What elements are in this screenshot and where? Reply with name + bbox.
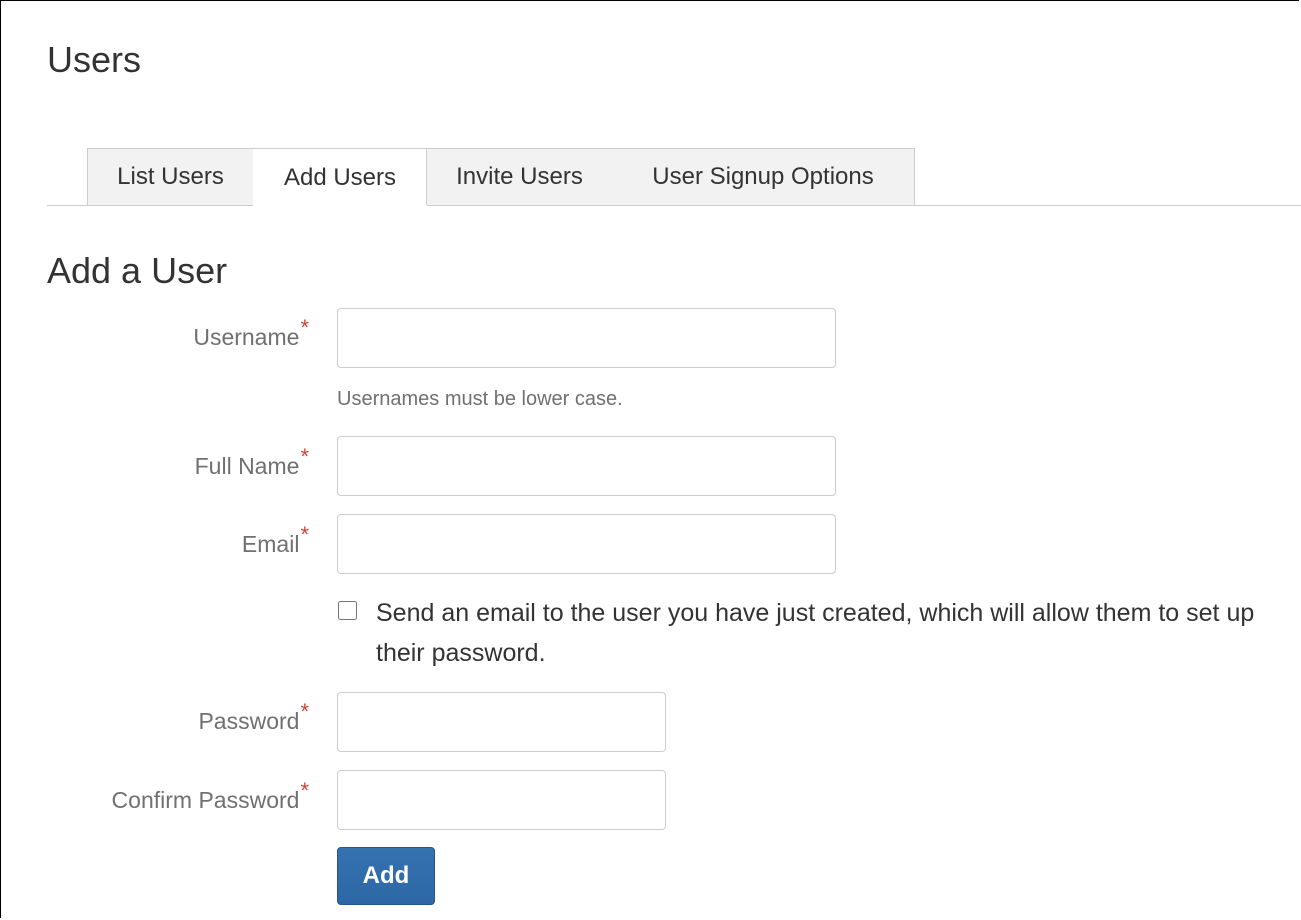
username-input[interactable]	[337, 308, 836, 368]
required-marker: *	[300, 699, 309, 724]
password-input[interactable]	[337, 692, 666, 752]
tab-add-users[interactable]: Add Users	[253, 148, 427, 206]
email-input[interactable]	[337, 514, 836, 574]
full-name-label-text: Full Name	[194, 453, 300, 479]
page-title: Users	[47, 39, 142, 80]
confirm-password-label-text: Confirm Password	[111, 787, 300, 813]
tab-invite-users[interactable]: Invite Users	[426, 148, 613, 205]
confirm-password-label: Confirm Password*	[111, 778, 309, 816]
required-marker: *	[300, 522, 309, 547]
username-label-text: Username	[193, 324, 300, 350]
required-marker: *	[300, 315, 309, 340]
tab-list-users[interactable]: List Users	[87, 148, 254, 205]
section-title: Add a User	[47, 250, 228, 291]
confirm-password-input[interactable]	[337, 770, 666, 830]
required-marker: *	[300, 778, 309, 803]
add-button[interactable]: Add	[337, 847, 435, 905]
full-name-label: Full Name*	[194, 444, 309, 482]
tab-bar: List Users Add Users Invite Users User S…	[47, 148, 1301, 206]
email-label: Email*	[241, 522, 309, 560]
full-name-input[interactable]	[337, 436, 836, 496]
required-marker: *	[300, 444, 309, 469]
email-label-text: Email	[241, 531, 300, 557]
tab-user-signup-options[interactable]: User Signup Options	[612, 148, 915, 205]
password-label: Password*	[198, 699, 309, 737]
send-email-label[interactable]: Send an email to the user you have just …	[376, 593, 1296, 673]
username-label: Username*	[193, 315, 309, 353]
username-hint: Usernames must be lower case.	[337, 388, 623, 410]
password-label-text: Password	[198, 708, 300, 734]
send-email-checkbox[interactable]	[338, 601, 357, 620]
